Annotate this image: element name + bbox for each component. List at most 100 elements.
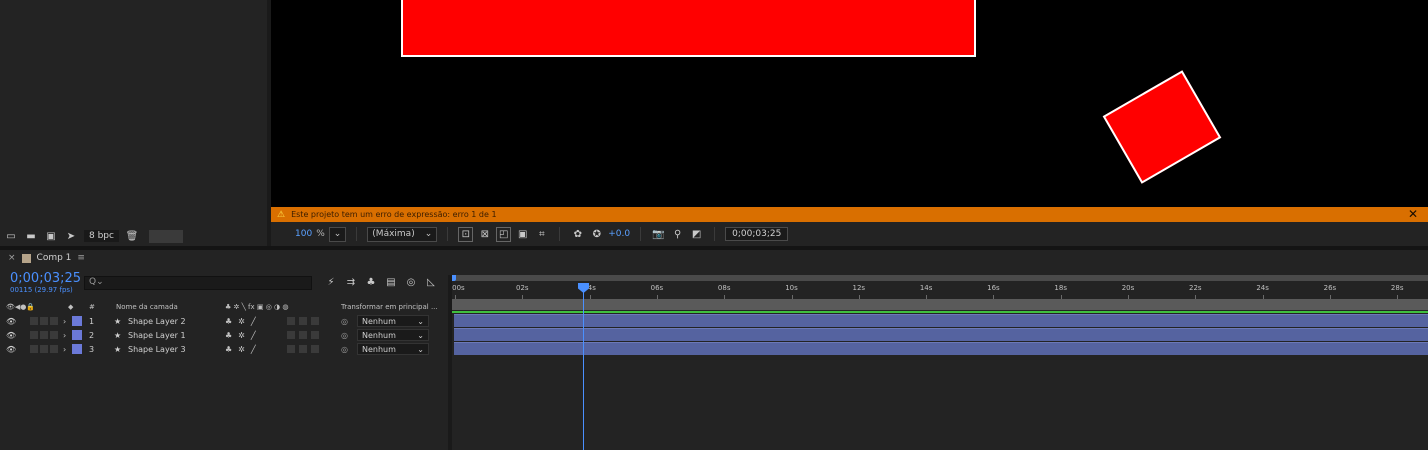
expression-error-bar[interactable]: ⚠ Este projeto tem um erro de expressão:…	[271, 207, 1428, 222]
time-ruler[interactable]: 0:00s02s04s06s08s10s12s14s16s18s20s22s24…	[452, 281, 1428, 299]
color-swatch[interactable]	[148, 229, 183, 243]
layer-label-color[interactable]	[72, 344, 82, 354]
playhead-line[interactable]	[583, 285, 584, 450]
region-of-interest-icon[interactable]: ▣	[515, 227, 530, 242]
layer-number: 2	[89, 330, 95, 340]
color-management-icon[interactable]: ✪	[589, 227, 604, 242]
layer-switch-boxes[interactable]	[287, 317, 321, 325]
composition-viewer[interactable]	[271, 0, 1428, 207]
expand-chevron-icon[interactable]: ›	[63, 331, 66, 340]
current-time-display[interactable]: 0;00;03;25	[10, 271, 81, 286]
new-folder-icon[interactable]: ▬	[24, 230, 38, 242]
timeline-tools: ⚡ ⇉ ♣ ▤ ◎ ◺	[324, 275, 438, 289]
pick-whip-icon[interactable]: ◎	[341, 331, 348, 340]
viewer-timecode[interactable]: 0;00;03;25	[725, 227, 789, 241]
close-icon[interactable]: ×	[8, 253, 16, 263]
quality-icon[interactable]: ╱	[251, 317, 256, 326]
layer-duration-bar[interactable]	[454, 314, 1428, 327]
layer-name[interactable]: Shape Layer 3	[128, 345, 186, 354]
hamburger-menu-icon[interactable]: ≡	[77, 253, 85, 263]
layer-duration-bar[interactable]	[454, 342, 1428, 355]
av-switch-boxes[interactable]	[30, 317, 60, 325]
layer-switches[interactable]: ♣ ✲ ╱	[225, 345, 256, 354]
time-graph[interactable]: 0:00s02s04s06s08s10s12s14s16s18s20s22s24…	[452, 275, 1428, 450]
show-snapshot-icon[interactable]: ⚲	[670, 227, 685, 242]
pick-whip-icon[interactable]: ◎	[341, 317, 348, 326]
shape-layer-rotated-rectangle[interactable]	[1102, 70, 1222, 184]
layer-name[interactable]: Shape Layer 1	[128, 331, 186, 340]
interpret-footage-icon[interactable]: ▭	[4, 230, 18, 242]
channel-display-icon[interactable]: ◩	[689, 227, 704, 242]
layer-switch-boxes[interactable]	[287, 345, 321, 353]
shy-layers-icon[interactable]: ♣	[364, 275, 378, 289]
error-message: Este projeto tem um erro de expressão: e…	[291, 210, 497, 219]
zoom-dropdown[interactable]: ⌄	[328, 226, 347, 242]
layer-row[interactable]: 👁 › 1 ★ Shape Layer 2 ♣ ✲ ╱ ◎ Nenhum ⌄	[0, 314, 448, 328]
expand-chevron-icon[interactable]: ›	[63, 345, 66, 354]
graph-editor-icon[interactable]: ◺	[424, 275, 438, 289]
mask-visibility-icon[interactable]: ◰	[496, 226, 512, 242]
layer-row[interactable]: 👁 › 3 ★ Shape Layer 3 ♣ ✲ ╱ ◎ Nenhum ⌄	[0, 342, 448, 356]
parent-dropdown[interactable]: Nenhum ⌄	[357, 315, 429, 327]
resolution-dropdown[interactable]: (Máxima) ⌄	[367, 226, 438, 242]
comp-flowchart-icon[interactable]: ⇉	[344, 275, 358, 289]
bit-depth-button[interactable]: 8 bpc	[84, 230, 119, 242]
layer-label-color[interactable]	[72, 316, 82, 326]
visibility-eye-icon[interactable]: 👁	[6, 317, 16, 326]
chevron-down-icon: ⌄	[417, 344, 424, 354]
av-switch-boxes[interactable]	[30, 331, 60, 339]
visibility-eye-icon[interactable]: 👁	[6, 331, 16, 340]
collapse-icon[interactable]: ✲	[238, 331, 245, 340]
av-switch-boxes[interactable]	[30, 345, 60, 353]
layer-name-column[interactable]: Nome da camada	[116, 303, 178, 311]
visibility-eye-icon[interactable]: 👁	[6, 345, 16, 354]
shape-layer-rectangle[interactable]	[401, 0, 976, 57]
tab-comp-1[interactable]: × Comp 1 ≡	[0, 250, 85, 266]
ruler-tick-label: 06s	[650, 284, 664, 292]
fast-preview-icon[interactable]: ⊡	[458, 226, 474, 242]
layer-number: 3	[89, 344, 95, 354]
shape-layer-star-icon: ★	[114, 316, 122, 326]
switches-column-icons: ♣ ✲ ╲ fx ▣ ◎ ◑ ◍	[225, 303, 289, 311]
ruler-tick-label: 12s	[852, 284, 866, 292]
quality-icon[interactable]: ╱	[251, 345, 256, 354]
pick-whip-icon[interactable]: ◎	[341, 345, 348, 354]
layer-number: 1	[89, 316, 95, 326]
shy-icon[interactable]: ♣	[225, 345, 232, 354]
transparency-grid-icon[interactable]: ⊠	[477, 227, 492, 242]
parent-dropdown[interactable]: Nenhum ⌄	[357, 343, 429, 355]
layer-switches[interactable]: ♣ ✲ ╱	[225, 331, 256, 340]
layer-switch-boxes[interactable]	[287, 331, 321, 339]
ruler-tick-label: 16s	[987, 284, 1000, 292]
layer-row[interactable]: 👁 › 2 ★ Shape Layer 1 ♣ ✲ ╱ ◎ Nenhum ⌄	[0, 328, 448, 342]
guides-icon[interactable]: ⌗	[534, 227, 549, 242]
shy-icon[interactable]: ♣	[225, 331, 232, 340]
trash-icon[interactable]: 🗑	[125, 230, 139, 242]
layer-duration-bar[interactable]	[454, 328, 1428, 341]
ruler-tick-label: 10s	[785, 284, 798, 292]
flowchart-icon[interactable]: ➤	[64, 230, 78, 242]
exposure-value[interactable]: +0.0	[608, 229, 630, 239]
parent-dropdown[interactable]: Nenhum ⌄	[357, 329, 429, 341]
snapshot-camera-icon[interactable]: 📷	[651, 227, 666, 242]
layer-name[interactable]: Shape Layer 2	[128, 317, 186, 326]
new-comp-icon[interactable]: ▣	[44, 230, 58, 242]
motion-blur-icon[interactable]: ◎	[404, 275, 418, 289]
collapse-icon[interactable]: ✲	[238, 345, 245, 354]
quality-icon[interactable]: ╱	[251, 331, 256, 340]
parent-column[interactable]: Transformar em principal ...	[341, 303, 438, 311]
ruler-tick-label: 18s	[1054, 284, 1067, 292]
expand-chevron-icon[interactable]: ›	[63, 317, 66, 326]
layer-switches[interactable]: ♣ ✲ ╱	[225, 317, 256, 326]
layer-label-color[interactable]	[72, 330, 82, 340]
lightning-icon[interactable]: ⚡	[324, 275, 338, 289]
frame-blending-icon[interactable]: ▤	[384, 275, 398, 289]
collapse-icon[interactable]: ✲	[238, 317, 245, 326]
color-channels-icon[interactable]: ✿	[570, 227, 585, 242]
chevron-down-icon: ⌄	[417, 316, 424, 326]
zoom-value[interactable]: 100	[295, 229, 312, 239]
shy-icon[interactable]: ♣	[225, 317, 232, 326]
layer-search-input[interactable]: Q⌄	[84, 276, 312, 290]
close-icon[interactable]: ✕	[1408, 207, 1418, 221]
ruler-tick-label: 02s	[516, 284, 529, 292]
